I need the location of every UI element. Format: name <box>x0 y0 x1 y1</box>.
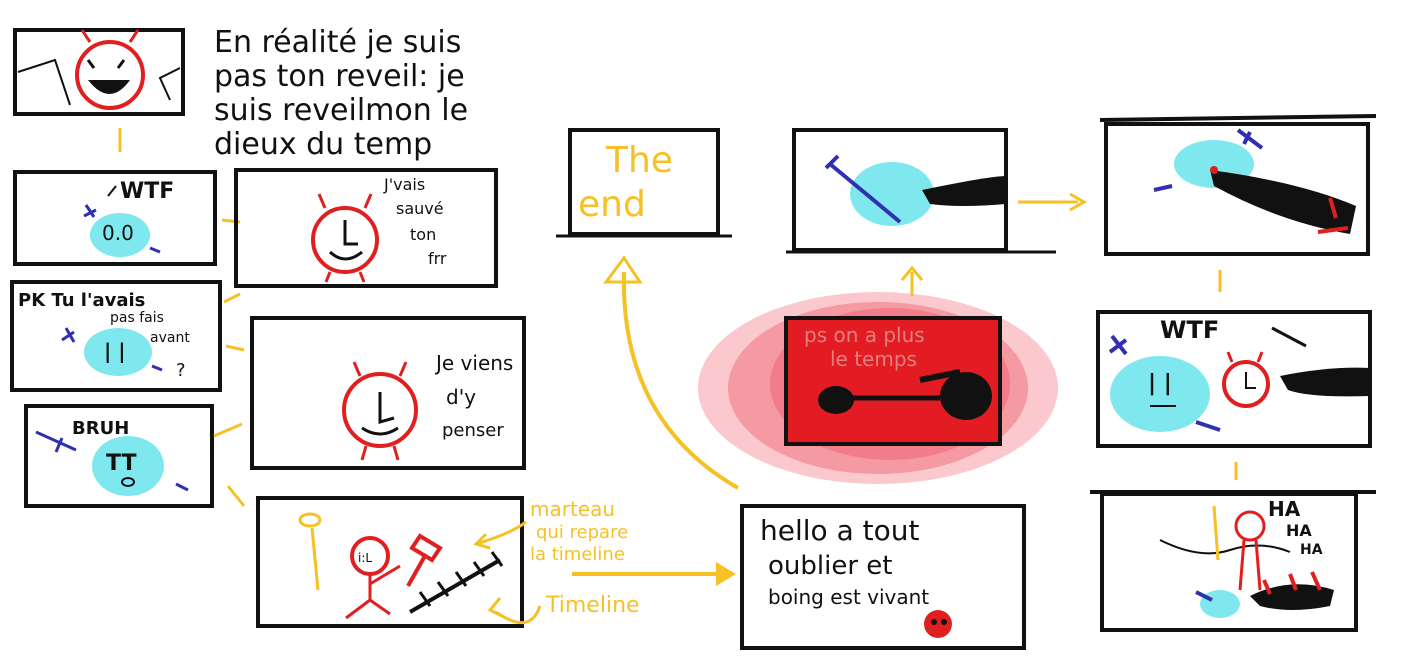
panel-wtf-blob: WTF 0.0 <box>13 170 217 266</box>
text-pk-eyes: | | <box>104 339 126 363</box>
text-the-end-1: The <box>605 140 673 181</box>
text-hello-1: hello a tout <box>760 514 919 547</box>
text-wtf-right: WTF <box>1160 316 1219 344</box>
text-hello-3: boing est vivant <box>768 585 929 609</box>
text-saved-2: sauvé <box>396 199 444 218</box>
panel-intro-clock <box>13 28 185 116</box>
intro-text: En réalité je suis pas ton reveil: je su… <box>214 25 468 162</box>
panel-hello: hello a tout oublier et boing est vivant <box>740 504 1026 650</box>
text-hammer-note-1: marteau <box>530 497 615 521</box>
clock-character-icon <box>1222 351 1270 408</box>
clock-character-icon <box>342 361 418 461</box>
text-vienn-3: penser <box>442 420 504 441</box>
text-vienn-1: Je viens <box>434 351 513 375</box>
text-ha-1: HA <box>1268 497 1301 521</box>
text-pk-1: PK Tu l'avais <box>18 290 145 311</box>
text-the-end-2: end <box>578 184 646 225</box>
panel-vienn: Je viens d'y penser <box>250 316 526 470</box>
text-saved-4: frr <box>428 249 447 268</box>
panel-saved: J'vais sauvé ton frr <box>234 168 498 288</box>
panel-hammer: i:L <box>256 496 524 628</box>
panel-red-glow: ps on a plus le temps <box>698 292 1058 484</box>
text-pk-3: avant <box>150 330 190 346</box>
panel-grab <box>786 128 1056 254</box>
text-hammer-note-3: la timeline <box>530 544 625 565</box>
text-intro-2: pas ton reveil: je <box>214 59 465 94</box>
text-tt: TT <box>106 451 137 476</box>
clock-character-icon <box>311 193 379 283</box>
text-intro-4: dieux du temp <box>214 127 432 162</box>
text-ha-3: HA <box>1300 542 1323 558</box>
text-timeline: Timeline <box>545 593 640 618</box>
text-red-2: le temps <box>830 347 917 371</box>
text-hammer-face: i:L <box>358 551 372 565</box>
boing-icon <box>924 610 952 638</box>
text-saved-3: ton <box>410 225 436 244</box>
hammer-notes: marteau qui repare la timeline Timeline <box>473 497 640 624</box>
hammer-icon <box>406 533 443 587</box>
text-hello-2: oublier et <box>768 551 892 581</box>
storyboard-canvas: WTF 0.0 PK Tu l'avais pas fais avant | |… <box>10 25 1377 650</box>
panel-ha: HA HA HA <box>1090 490 1376 632</box>
text-hammer-note-2: qui repare <box>536 522 628 543</box>
text-blob-eyes: 0.0 <box>102 221 134 245</box>
svg-text:| |: | | <box>1148 371 1172 396</box>
text-intro-3: suis reveilmon le <box>214 93 468 128</box>
clock-character-icon <box>75 29 145 110</box>
panel-dragged <box>1099 114 1377 256</box>
text-saved-1: J'vais <box>383 175 425 194</box>
text-red-1: ps on a plus <box>804 323 925 347</box>
text-bruh: BRUH <box>72 418 129 439</box>
text-pk-2: pas fais <box>110 310 164 326</box>
panel-the-end: The end <box>556 128 732 238</box>
text-question: ? <box>176 360 186 381</box>
big-arrow-icon <box>572 562 736 586</box>
text-ha-2: HA <box>1286 521 1312 540</box>
text-vienn-2: d'y <box>446 385 476 409</box>
text-intro-1: En réalité je suis <box>214 25 461 60</box>
panel-wtf-right: WTF | | <box>1096 310 1372 448</box>
panel-pk: PK Tu l'avais pas fais avant | | ? <box>10 280 222 392</box>
text-wtf-left: WTF <box>120 179 174 204</box>
panel-bruh: BRUH TT <box>24 404 214 508</box>
